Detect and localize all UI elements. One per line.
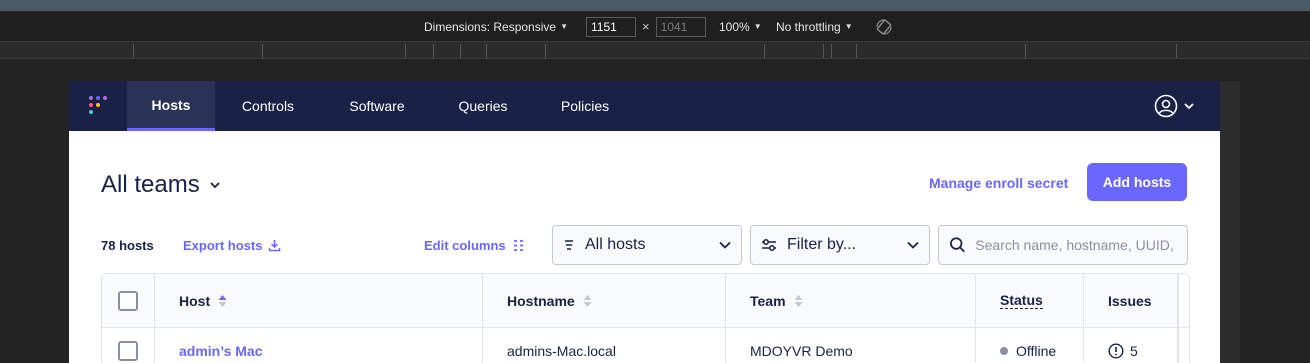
status-cell: Offline (976, 328, 1084, 363)
table-header: Host Hostname Team Status Issues (102, 274, 1189, 328)
zoom-label: 100% (719, 19, 750, 34)
export-hosts-label: Export hosts (183, 238, 263, 253)
table-scroll-edge (1178, 328, 1189, 363)
hostname-value: admins-Mac.local (507, 343, 616, 359)
hostname-cell: admins-Mac.local (483, 328, 726, 363)
dimension-separator: × (642, 19, 650, 34)
viewport-width-input[interactable]: 1151 (586, 16, 636, 37)
host-cell: admin’s Mac (155, 328, 483, 363)
column-header-status[interactable]: Status (976, 274, 1084, 327)
top-navigation: Hosts Controls Software Queries Policies (69, 81, 1220, 131)
status-value: Offline (1016, 343, 1057, 359)
caret-down-icon: ▼ (844, 22, 853, 31)
devtools-top-strip (0, 0, 1310, 12)
add-hosts-button[interactable]: Add hosts (1087, 163, 1187, 201)
dimensions-label: Dimensions: Responsive (424, 19, 557, 34)
team-value: MDOYVR Demo (750, 343, 853, 359)
edit-columns-button[interactable]: Edit columns (424, 238, 525, 253)
search-icon (950, 237, 965, 253)
export-hosts-button[interactable]: Export hosts (183, 238, 281, 253)
table-row[interactable]: admin’s Mac admins-Mac.local MDOYVR Demo… (102, 328, 1189, 363)
issues-count: 5 (1130, 343, 1138, 359)
nav-tab-software[interactable]: Software (335, 81, 419, 131)
column-header-issues-label: Issues (1108, 292, 1152, 309)
host-search-box (938, 225, 1188, 265)
team-cell: MDOYVR Demo (726, 328, 976, 363)
column-header-hostname-label: Hostname (507, 292, 575, 309)
download-icon (269, 240, 281, 252)
column-header-team-label: Team (750, 292, 786, 309)
host-search-input[interactable] (975, 237, 1177, 253)
devtools-device-toolbar: Dimensions: Responsive ▼ 1151 × 1041 100… (0, 12, 1310, 41)
nav-tab-controls[interactable]: Controls (225, 81, 311, 131)
column-header-host[interactable]: Host (155, 274, 483, 327)
caret-down-icon: ▼ (753, 22, 762, 31)
column-header-host-label: Host (179, 292, 211, 309)
fleet-app: Hosts Controls Software Queries Policies… (69, 81, 1220, 363)
chevron-down-icon (210, 182, 220, 189)
status-dot-icon (1000, 347, 1008, 355)
media-query-ruler (0, 41, 1310, 59)
select-all-cell (102, 274, 155, 327)
fleet-logo-icon[interactable] (89, 96, 109, 116)
chevron-down-icon (907, 241, 919, 249)
select-all-checkbox[interactable] (118, 290, 138, 311)
sort-icon (794, 294, 803, 307)
team-selector-label: All teams (101, 171, 200, 198)
dimensions-dropdown[interactable]: Dimensions: Responsive ▼ (424, 12, 568, 41)
caret-down-icon: ▼ (560, 22, 568, 31)
throttling-label: No throttling (776, 19, 841, 34)
zoom-dropdown[interactable]: 100% ▼ (719, 12, 762, 41)
filter-by-label: Filter by... (787, 236, 857, 253)
nav-tab-queries[interactable]: Queries (447, 81, 519, 131)
manage-enroll-secret-link[interactable]: Manage enroll secret (929, 175, 1068, 191)
viewport-height-input[interactable]: 1041 (655, 16, 706, 37)
page-scrollbar[interactable] (1220, 81, 1240, 363)
column-header-hostname[interactable]: Hostname (483, 274, 726, 327)
rotate-button[interactable] (875, 12, 893, 41)
column-header-status-label: Status (1000, 292, 1043, 309)
column-header-issues[interactable]: Issues (1084, 274, 1178, 327)
sliders-icon (762, 239, 776, 251)
chevron-down-icon (1184, 103, 1194, 110)
sort-icon (583, 294, 592, 307)
host-status-label: All hosts (585, 236, 646, 253)
issue-alert-icon (1108, 343, 1124, 359)
nav-tab-hosts[interactable]: Hosts (127, 81, 215, 131)
host-status-dropdown[interactable]: All hosts (552, 225, 742, 265)
sort-ascending-icon (218, 294, 227, 307)
rotate-icon (876, 18, 892, 35)
viewport-size-inputs: 1151 × 1041 (586, 12, 706, 41)
team-selector[interactable]: All teams (101, 171, 220, 199)
edit-columns-label: Edit columns (424, 238, 506, 253)
columns-icon (513, 240, 523, 251)
nav-tab-policies[interactable]: Policies (547, 81, 623, 131)
row-select-cell (102, 328, 155, 363)
hosts-table: Host Hostname Team Status Issues admin’s… (101, 273, 1190, 363)
throttling-dropdown[interactable]: No throttling ▼ (776, 12, 853, 41)
filter-by-dropdown[interactable]: Filter by... (750, 225, 930, 265)
list-icon (565, 240, 573, 250)
user-menu-button[interactable] (1154, 94, 1200, 118)
row-checkbox[interactable] (118, 341, 138, 361)
user-avatar-icon (1154, 94, 1178, 118)
column-header-team[interactable]: Team (726, 274, 976, 327)
table-scroll-edge (1178, 274, 1189, 327)
host-name-link[interactable]: admin’s Mac (179, 343, 263, 359)
host-count: 78 hosts (101, 238, 154, 253)
chevron-down-icon (719, 241, 731, 249)
issues-cell[interactable]: 5 (1084, 328, 1178, 363)
